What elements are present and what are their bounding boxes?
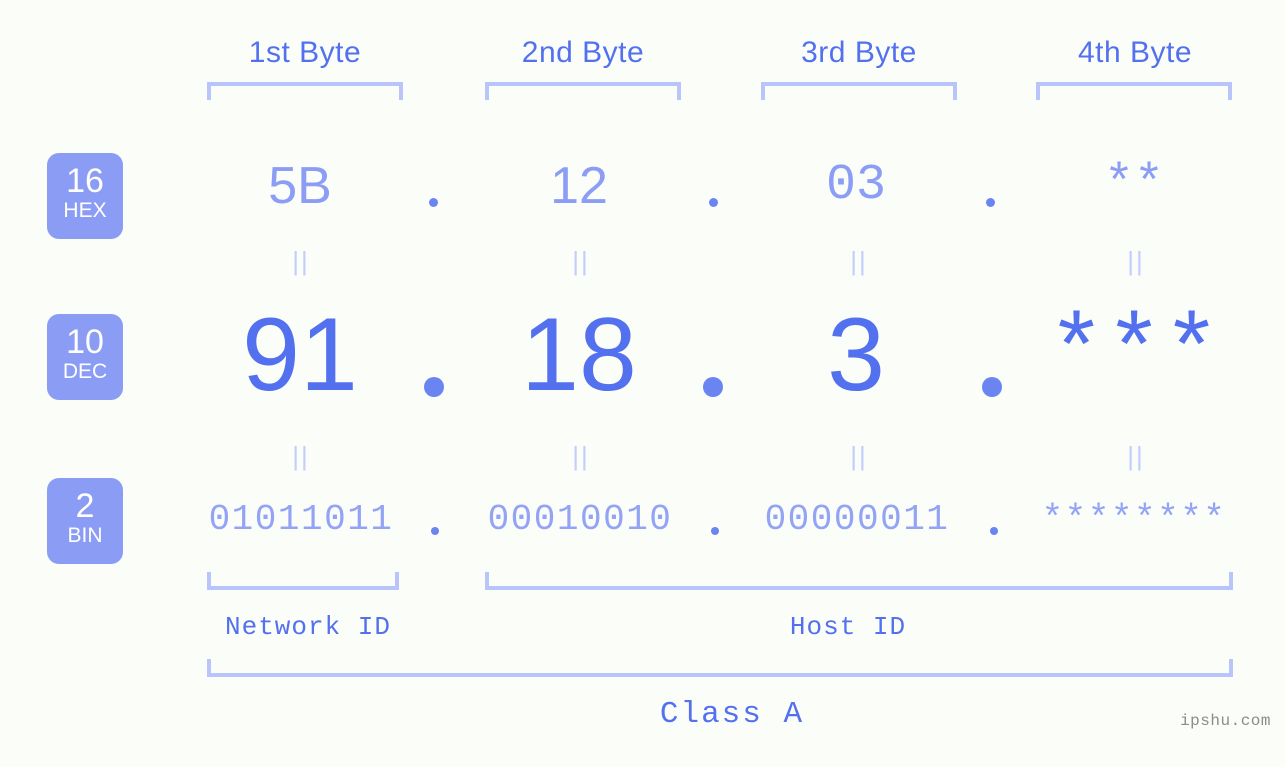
- equality-mark-dec-bin-4: ||: [1127, 441, 1145, 471]
- network-id-label: Network ID: [224, 612, 392, 642]
- radix-badge-hex-name: HEX: [63, 199, 107, 222]
- bin-byte-1: 01011011: [208, 499, 394, 540]
- bin-separator-dot-3: [990, 527, 998, 535]
- class-label: Class A: [659, 697, 805, 732]
- equality-mark-dec-bin-1: ||: [292, 441, 310, 471]
- radix-badge-dec-number: 10: [66, 323, 104, 361]
- bin-separator-dot-2: [711, 527, 719, 535]
- byte-header-2: 2nd Byte: [521, 36, 645, 69]
- byte-bracket-top-3: [761, 82, 957, 100]
- radix-badge-dec-name: DEC: [62, 360, 108, 383]
- dec-byte-4: ***: [1047, 300, 1221, 409]
- hex-separator-dot-2: [709, 198, 718, 207]
- hex-byte-3: 03: [825, 157, 886, 214]
- bin-byte-4: ********: [1041, 499, 1227, 540]
- equality-mark-dec-bin-3: ||: [850, 441, 868, 471]
- dec-separator-dot-2: [703, 377, 723, 397]
- byte-header-4: 4th Byte: [1077, 36, 1193, 69]
- bin-byte-2: 00010010: [487, 499, 673, 540]
- byte-header-3: 3rd Byte: [801, 36, 917, 69]
- host-id-label: Host ID: [789, 612, 907, 642]
- byte-bracket-top-4: [1036, 82, 1232, 100]
- site-watermark: ipshu.com: [1180, 712, 1271, 730]
- radix-badge-bin-name: BIN: [67, 524, 103, 547]
- equality-mark-hex-dec-1: ||: [292, 246, 310, 276]
- host-id-bracket: [485, 572, 1233, 590]
- bin-byte-3: 00000011: [764, 499, 950, 540]
- radix-badge-dec: 10 DEC: [47, 314, 123, 400]
- byte-bracket-top-2: [485, 82, 681, 100]
- radix-badge-bin: 2 BIN: [47, 478, 123, 564]
- network-id-bracket: [207, 572, 399, 590]
- equality-mark-dec-bin-2: ||: [572, 441, 590, 471]
- hex-byte-1: 5B: [268, 157, 332, 215]
- byte-bracket-top-1: [207, 82, 403, 100]
- dec-byte-1: 91: [242, 297, 358, 413]
- dec-byte-3: 3: [827, 297, 885, 413]
- dec-byte-2: 18: [521, 297, 637, 413]
- hex-byte-2: 12: [550, 157, 608, 215]
- radix-badge-hex-number: 16: [66, 162, 104, 200]
- radix-badge-bin-number: 2: [75, 487, 95, 525]
- ip-address-breakdown-diagram: 1st Byte 2nd Byte 3rd Byte 4th Byte 16 H…: [0, 0, 1285, 767]
- bin-separator-dot-1: [431, 527, 439, 535]
- dec-separator-dot-3: [982, 377, 1002, 397]
- equality-mark-hex-dec-3: ||: [850, 246, 868, 276]
- byte-header-1: 1st Byte: [248, 36, 362, 69]
- hex-separator-dot-3: [986, 198, 995, 207]
- class-bracket: [207, 659, 1233, 677]
- equality-mark-hex-dec-4: ||: [1127, 246, 1145, 276]
- hex-byte-4: **: [1103, 157, 1164, 214]
- dec-separator-dot-1: [424, 377, 444, 397]
- equality-mark-hex-dec-2: ||: [572, 246, 590, 276]
- radix-badge-hex: 16 HEX: [47, 153, 123, 239]
- hex-separator-dot-1: [429, 198, 438, 207]
